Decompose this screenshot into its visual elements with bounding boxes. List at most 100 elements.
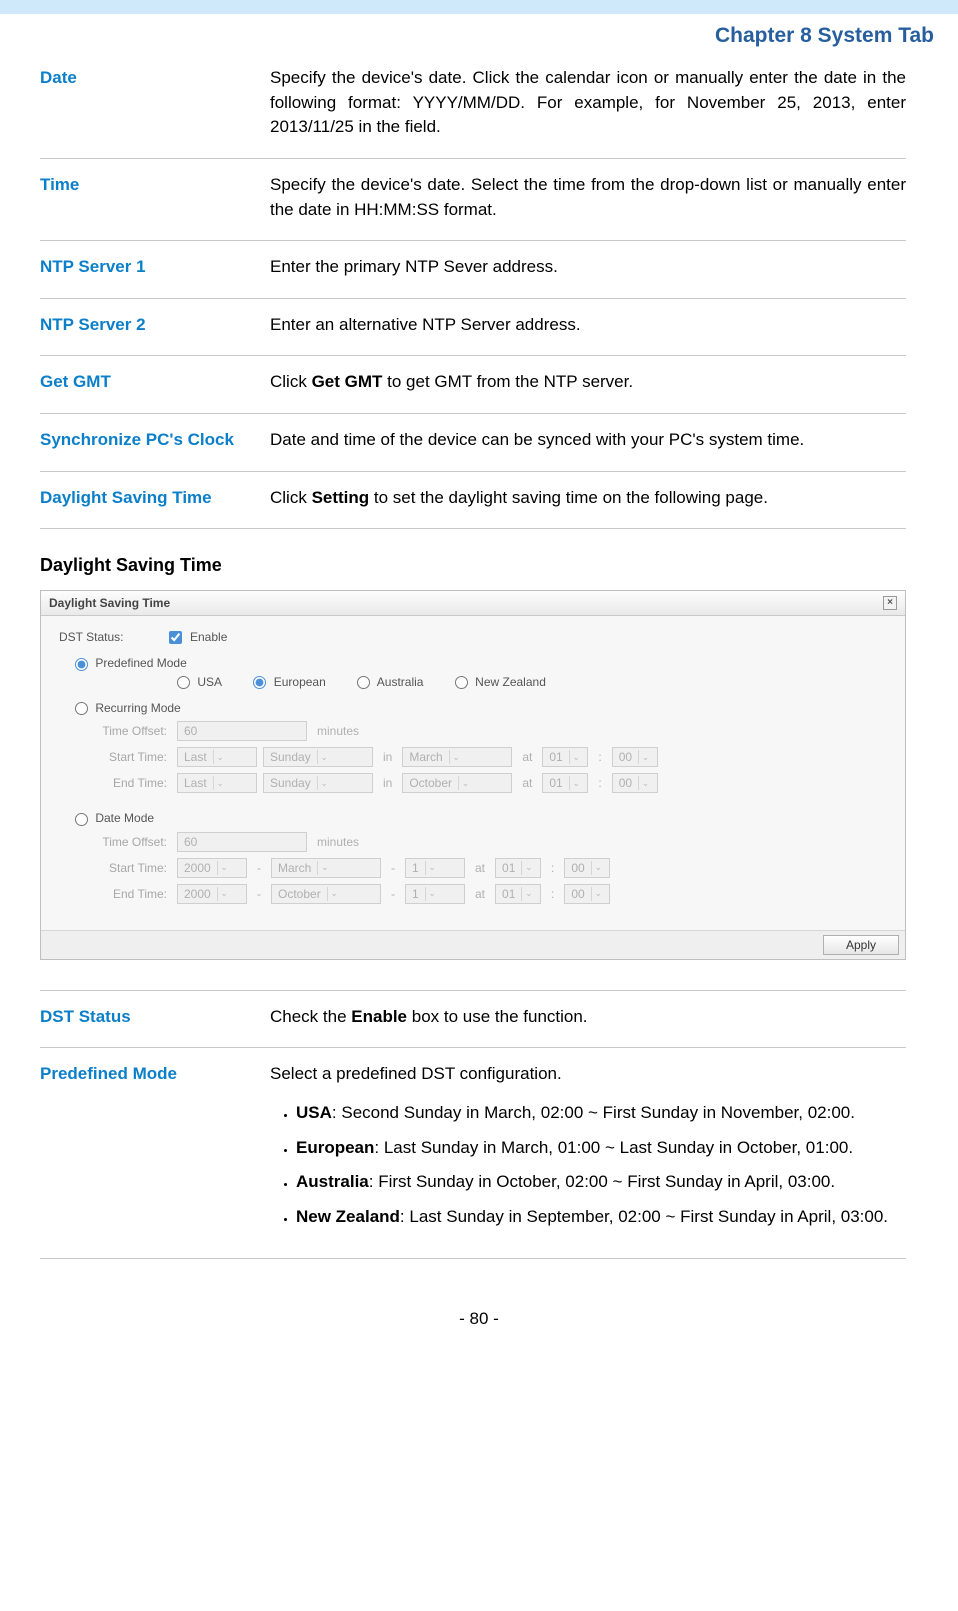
def-label: Get GMT: [40, 370, 270, 395]
start-mm-select[interactable]: 00⌄: [612, 747, 658, 767]
list-item: New Zealand: Last Sunday in September, 0…: [296, 1205, 906, 1230]
panel-header: Daylight Saving Time ×: [41, 591, 905, 616]
region-radio-european[interactable]: [253, 676, 266, 689]
def-desc: Enter the primary NTP Sever address.: [270, 255, 906, 280]
start-time-label: Start Time:: [97, 861, 177, 875]
start-day-select[interactable]: Sunday⌄: [263, 747, 373, 767]
start-time-label: Start Time:: [97, 750, 177, 764]
text: to set the daylight saving time on the f…: [369, 488, 768, 507]
predefined-radio[interactable]: [75, 658, 88, 671]
enable-checkbox[interactable]: [169, 631, 182, 644]
def-desc: Specify the device's date. Click the cal…: [270, 66, 906, 140]
date-offset-row: Time Offset: minutes: [97, 832, 887, 852]
start-day-select[interactable]: 1⌄: [405, 858, 465, 878]
start-month-select[interactable]: March⌄: [402, 747, 512, 767]
end-day-select[interactable]: Sunday ⌄: [263, 773, 373, 793]
select-value: October: [278, 887, 321, 901]
start-pos-select[interactable]: Last⌄: [177, 747, 257, 767]
time-offset-label: Time Offset:: [97, 835, 177, 849]
bold-text: Australia: [296, 1172, 369, 1191]
apply-button[interactable]: Apply: [823, 935, 899, 955]
def-label: NTP Server 2: [40, 313, 270, 338]
minutes-text: minutes: [307, 724, 369, 738]
select-value: 01: [502, 861, 515, 875]
bold-text: European: [296, 1138, 374, 1157]
end-mm-select[interactable]: 00⌄: [612, 773, 658, 793]
start-hh-select[interactable]: 01⌄: [542, 747, 588, 767]
region-label: Australia: [377, 675, 424, 689]
end-year-select[interactable]: 2000⌄: [177, 884, 247, 904]
dst-panel: Daylight Saving Time × DST Status: Enabl…: [40, 590, 906, 959]
region-label: USA: [197, 675, 222, 689]
predefined-options: USA European Australia New Zealand: [177, 675, 887, 689]
start-mm-select[interactable]: 00 ⌄: [564, 858, 610, 878]
region-radio-nz[interactable]: [455, 676, 468, 689]
text: Check the: [270, 1007, 351, 1026]
text: : Last Sunday in September, 02:00 ~ Firs…: [400, 1207, 888, 1226]
region-option-usa[interactable]: USA: [177, 675, 222, 689]
end-month-select[interactable]: October⌄: [271, 884, 381, 904]
panel-body: DST Status: Enable Predefined Mode USA E…: [41, 616, 905, 929]
region-label: European: [274, 675, 326, 689]
time-offset-label: Time Offset:: [97, 724, 177, 738]
region-option-european[interactable]: European: [253, 675, 325, 689]
select-value: Last: [184, 776, 207, 790]
time-offset-input[interactable]: [177, 832, 307, 852]
start-hh-select[interactable]: 01 ⌄: [495, 858, 541, 878]
predefined-label: Predefined Mode: [95, 656, 186, 670]
bold-text: Setting: [312, 488, 370, 507]
region-option-australia[interactable]: Australia: [357, 675, 423, 689]
bold-text: Get GMT: [312, 372, 383, 391]
chapter-title: Chapter 8 System Tab: [0, 14, 958, 52]
recurring-radio[interactable]: [75, 702, 88, 715]
dash-text: -: [381, 861, 405, 875]
panel-title: Daylight Saving Time: [49, 596, 170, 610]
def-desc: Check the Enable box to use the function…: [270, 1005, 906, 1030]
region-radio-usa[interactable]: [177, 676, 190, 689]
content-area: Date Specify the device's date. Click th…: [0, 52, 958, 1259]
region-option-nz[interactable]: New Zealand: [455, 675, 546, 689]
at-text: at: [465, 861, 495, 875]
chevron-down-icon: ⌄: [638, 776, 652, 790]
time-offset-input[interactable]: [177, 721, 307, 741]
def-row-dst: Daylight Saving Time Click Setting to se…: [40, 471, 906, 530]
select-value: March: [409, 750, 442, 764]
start-month-select[interactable]: March⌄: [271, 858, 381, 878]
text: : First Sunday in October, 02:00 ~ First…: [369, 1172, 835, 1191]
section-heading-dst: Daylight Saving Time: [40, 555, 906, 576]
end-mm-select[interactable]: 00⌄: [564, 884, 610, 904]
end-pos-select[interactable]: Last⌄: [177, 773, 257, 793]
date-radio[interactable]: [75, 813, 88, 826]
def-row-ntp1: NTP Server 1 Enter the primary NTP Sever…: [40, 240, 906, 298]
end-hh-select[interactable]: 01⌄: [495, 884, 541, 904]
close-icon[interactable]: ×: [883, 596, 897, 610]
end-month-select[interactable]: October⌄: [402, 773, 512, 793]
select-value: 01: [549, 750, 562, 764]
minutes-text: minutes: [307, 835, 369, 849]
def-desc: Date and time of the device can be synce…: [270, 428, 906, 453]
select-value: 00: [571, 861, 584, 875]
chevron-down-icon: ⌄: [638, 750, 652, 764]
chevron-down-icon: ⌄: [458, 776, 472, 790]
chevron-down-icon: ⌄: [521, 861, 535, 875]
start-year-select[interactable]: 2000⌄: [177, 858, 247, 878]
region-radio-australia[interactable]: [357, 676, 370, 689]
select-value: March: [278, 861, 311, 875]
at-text: at: [512, 776, 542, 790]
chevron-down-icon: ⌄: [591, 861, 605, 875]
date-mode-row: Date Mode: [75, 811, 887, 825]
at-text: at: [465, 887, 495, 901]
chevron-down-icon: ⌄: [425, 887, 439, 901]
dash-text: -: [247, 887, 271, 901]
select-value: Sunday: [270, 776, 311, 790]
chevron-down-icon: ⌄: [317, 776, 331, 790]
chevron-down-icon: ⌄: [217, 887, 231, 901]
recurring-label: Recurring Mode: [95, 701, 180, 715]
end-hh-select[interactable]: 01⌄: [542, 773, 588, 793]
chevron-down-icon: ⌄: [425, 861, 439, 875]
end-day-select[interactable]: 1⌄: [405, 884, 465, 904]
dash-text: -: [381, 887, 405, 901]
colon-text: :: [541, 861, 564, 875]
chevron-down-icon: ⌄: [521, 887, 535, 901]
date-label: Date Mode: [95, 811, 154, 825]
